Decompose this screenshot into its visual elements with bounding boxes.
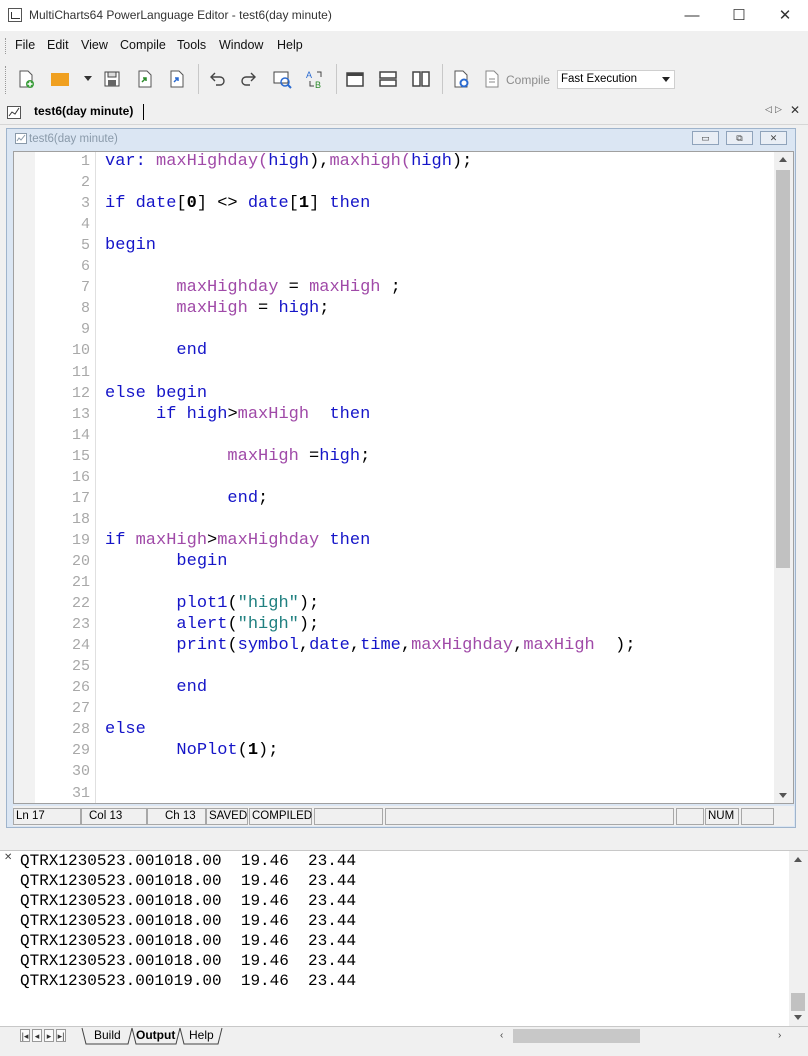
editor-close-button[interactable]: ✕	[760, 131, 787, 145]
tile-vertical-icon[interactable]	[411, 69, 431, 89]
compile-icon[interactable]	[482, 69, 502, 89]
properties-icon[interactable]	[451, 69, 471, 89]
menu-help[interactable]: Help	[277, 38, 303, 52]
status-empty	[741, 808, 774, 825]
editor-scroll-thumb[interactable]	[776, 170, 790, 568]
editor-window-title: test6(day minute)	[29, 133, 118, 145]
open-folder-icon[interactable]	[50, 69, 70, 89]
editor-minimize-button[interactable]: ▭	[692, 131, 719, 145]
status-char: Ch 13	[147, 808, 206, 825]
tab-scroll-right-icon[interactable]: ▷	[775, 104, 782, 115]
menu-tools[interactable]: Tools	[177, 38, 206, 52]
window-title: MultiCharts64 PowerLanguage Editor - tes…	[29, 8, 332, 22]
scroll-up-icon[interactable]	[794, 857, 802, 862]
chart-study-icon	[15, 133, 27, 144]
toolbar-separator	[442, 64, 443, 94]
tab-scroll-left-icon[interactable]: ◁	[765, 104, 772, 115]
svg-text:B: B	[315, 80, 321, 89]
status-empty	[385, 808, 674, 825]
execution-mode-select[interactable]: Fast Execution	[557, 70, 675, 89]
replace-icon[interactable]: AB	[305, 69, 325, 89]
minimize-button[interactable]: —	[669, 0, 715, 31]
scroll-left-icon[interactable]: ‹	[500, 1030, 503, 1041]
toolbar-grip	[5, 66, 8, 94]
code-editor[interactable]	[13, 151, 794, 804]
scroll-down-icon[interactable]	[779, 793, 787, 798]
status-empty	[314, 808, 383, 825]
close-button[interactable]: ✕	[762, 0, 808, 31]
status-empty	[676, 808, 704, 825]
menu-grip	[5, 38, 8, 54]
output-scroll-thumb[interactable]	[791, 993, 805, 1011]
export-icon[interactable]	[167, 69, 187, 89]
gutter-divider	[95, 152, 96, 803]
close-panel-icon[interactable]: ✕	[4, 852, 12, 863]
compile-button[interactable]: Compile	[506, 73, 550, 87]
open-dropdown-icon[interactable]	[84, 76, 92, 81]
tile-horizontal-icon[interactable]	[378, 69, 398, 89]
tab-help[interactable]: Help	[189, 1028, 214, 1042]
execution-mode-value: Fast Execution	[561, 73, 638, 85]
undo-icon[interactable]	[207, 69, 227, 89]
prev-tab-icon[interactable]: ◂	[32, 1029, 42, 1042]
scroll-down-icon[interactable]	[794, 1015, 802, 1020]
last-tab-icon[interactable]: ▸|	[56, 1029, 66, 1042]
scroll-up-icon[interactable]	[779, 157, 787, 162]
status-saved: SAVED	[206, 808, 248, 825]
cascade-windows-icon[interactable]	[345, 69, 365, 89]
new-file-icon[interactable]	[16, 69, 36, 89]
status-column: Col 13	[81, 808, 147, 825]
tab-output[interactable]: Output	[136, 1028, 175, 1042]
menu-window[interactable]: Window	[219, 38, 263, 52]
scroll-right-icon[interactable]: ›	[778, 1030, 781, 1041]
editor-restore-button[interactable]: ⧉	[726, 131, 753, 145]
toolbar-separator	[198, 64, 199, 94]
svg-text:A: A	[306, 70, 312, 80]
output-panel	[0, 850, 808, 1029]
app-icon	[8, 8, 22, 22]
import-icon[interactable]	[135, 69, 155, 89]
status-line: Ln 17	[13, 808, 81, 825]
close-tab-icon[interactable]: ✕	[790, 103, 800, 117]
chevron-down-icon	[662, 77, 670, 82]
toolbar-separator	[336, 64, 337, 94]
menu-edit[interactable]: Edit	[47, 38, 69, 52]
menu-view[interactable]: View	[81, 38, 108, 52]
menu-file[interactable]: File	[15, 38, 35, 52]
chart-study-icon	[7, 106, 21, 119]
tab-build[interactable]: Build	[94, 1028, 121, 1042]
title-bar: MultiCharts64 PowerLanguage Editor - tes…	[0, 0, 808, 31]
maximize-button[interactable]: ☐	[716, 0, 762, 31]
status-num: NUM	[705, 808, 739, 825]
save-icon[interactable]	[102, 69, 122, 89]
status-compiled: COMPILED	[249, 808, 312, 825]
tab-separator	[143, 104, 144, 120]
find-icon[interactable]	[272, 69, 292, 89]
output-hscroll-thumb[interactable]	[513, 1029, 640, 1043]
redo-icon[interactable]	[239, 69, 259, 89]
menu-compile[interactable]: Compile	[120, 38, 166, 52]
next-tab-icon[interactable]: ▸	[44, 1029, 54, 1042]
editor-gutter	[14, 152, 35, 803]
first-tab-icon[interactable]: |◂	[20, 1029, 30, 1042]
tab-document[interactable]: test6(day minute)	[34, 104, 133, 118]
